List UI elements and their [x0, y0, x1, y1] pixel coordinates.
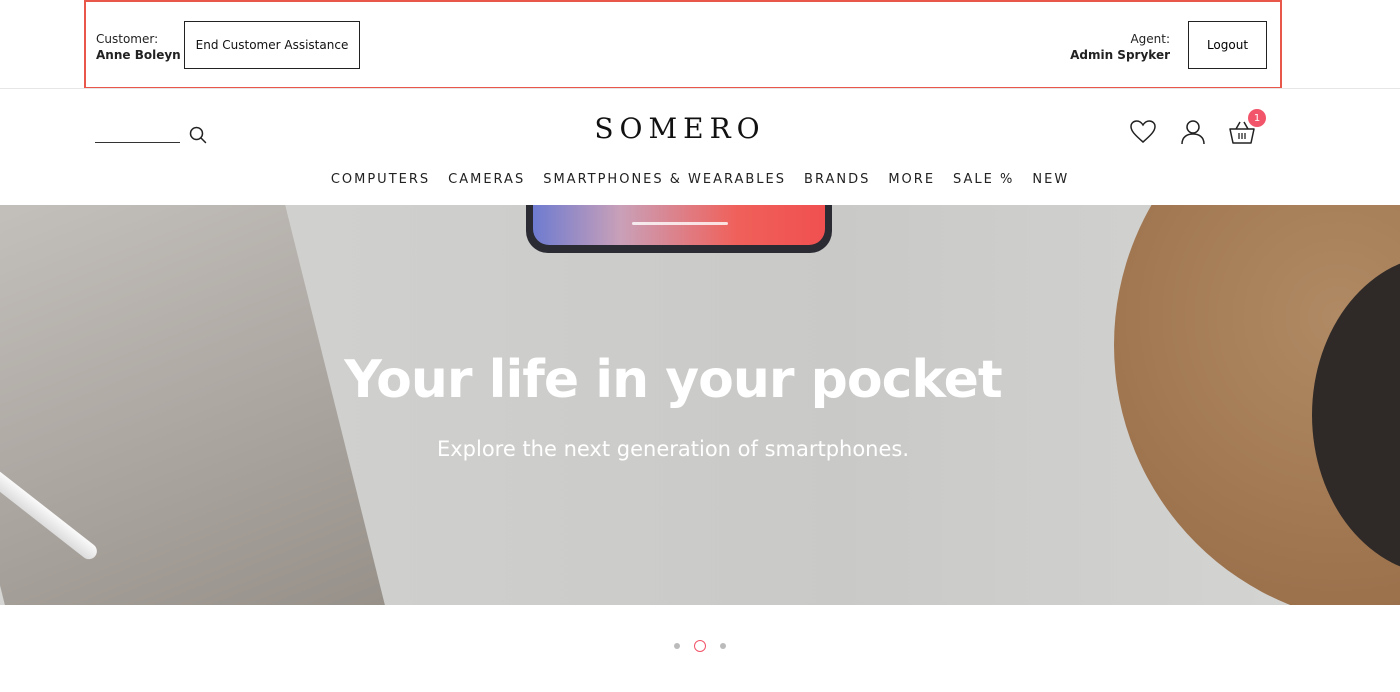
carousel-dot[interactable] — [720, 643, 726, 649]
nav-item-more[interactable]: MORE — [879, 172, 944, 187]
hero-banner[interactable]: Your life in your pocket Explore the nex… — [0, 205, 1400, 605]
nav-item-cameras[interactable]: CAMERAS — [439, 172, 534, 187]
hero-subtitle: Explore the next generation of smartphon… — [436, 437, 910, 461]
heart-icon[interactable] — [1129, 118, 1157, 146]
header-divider — [0, 88, 1400, 89]
search-input[interactable] — [95, 142, 180, 143]
nav-item-smartphones-wearables[interactable]: SMARTPHONES & WEARABLES — [534, 172, 795, 187]
carousel-dot[interactable] — [674, 643, 680, 649]
agent-label: Agent: — [1130, 32, 1170, 46]
hero-title: Your life in your pocket — [344, 350, 1002, 410]
user-icon[interactable] — [1179, 118, 1207, 146]
carousel-dot-active[interactable] — [694, 640, 706, 652]
nav-item-new[interactable]: NEW — [1023, 172, 1078, 187]
nav-item-sale[interactable]: SALE % — [944, 172, 1023, 187]
agent-name: Admin Spryker — [1070, 48, 1170, 62]
customer-label: Customer: — [96, 32, 159, 46]
carousel-dots — [0, 640, 1400, 652]
hero-phone-screen — [533, 205, 825, 245]
main-navigation: COMPUTERS CAMERAS SMARTPHONES & WEARABLE… — [0, 172, 1400, 187]
end-customer-assistance-button[interactable]: End Customer Assistance — [184, 21, 360, 69]
search-icon[interactable] — [189, 126, 207, 144]
nav-item-computers[interactable]: COMPUTERS — [322, 172, 439, 187]
customer-assistance-bar: Customer: Anne Boleyn End Customer Assis… — [84, 0, 1282, 89]
customer-name: Anne Boleyn — [96, 48, 181, 62]
cart-count-badge: 1 — [1248, 109, 1266, 127]
brand-logo[interactable]: SOMERO — [560, 112, 800, 145]
nav-item-brands[interactable]: BRANDS — [795, 172, 879, 187]
logout-button[interactable]: Logout — [1188, 21, 1267, 69]
hero-phone-home-bar — [632, 222, 728, 225]
